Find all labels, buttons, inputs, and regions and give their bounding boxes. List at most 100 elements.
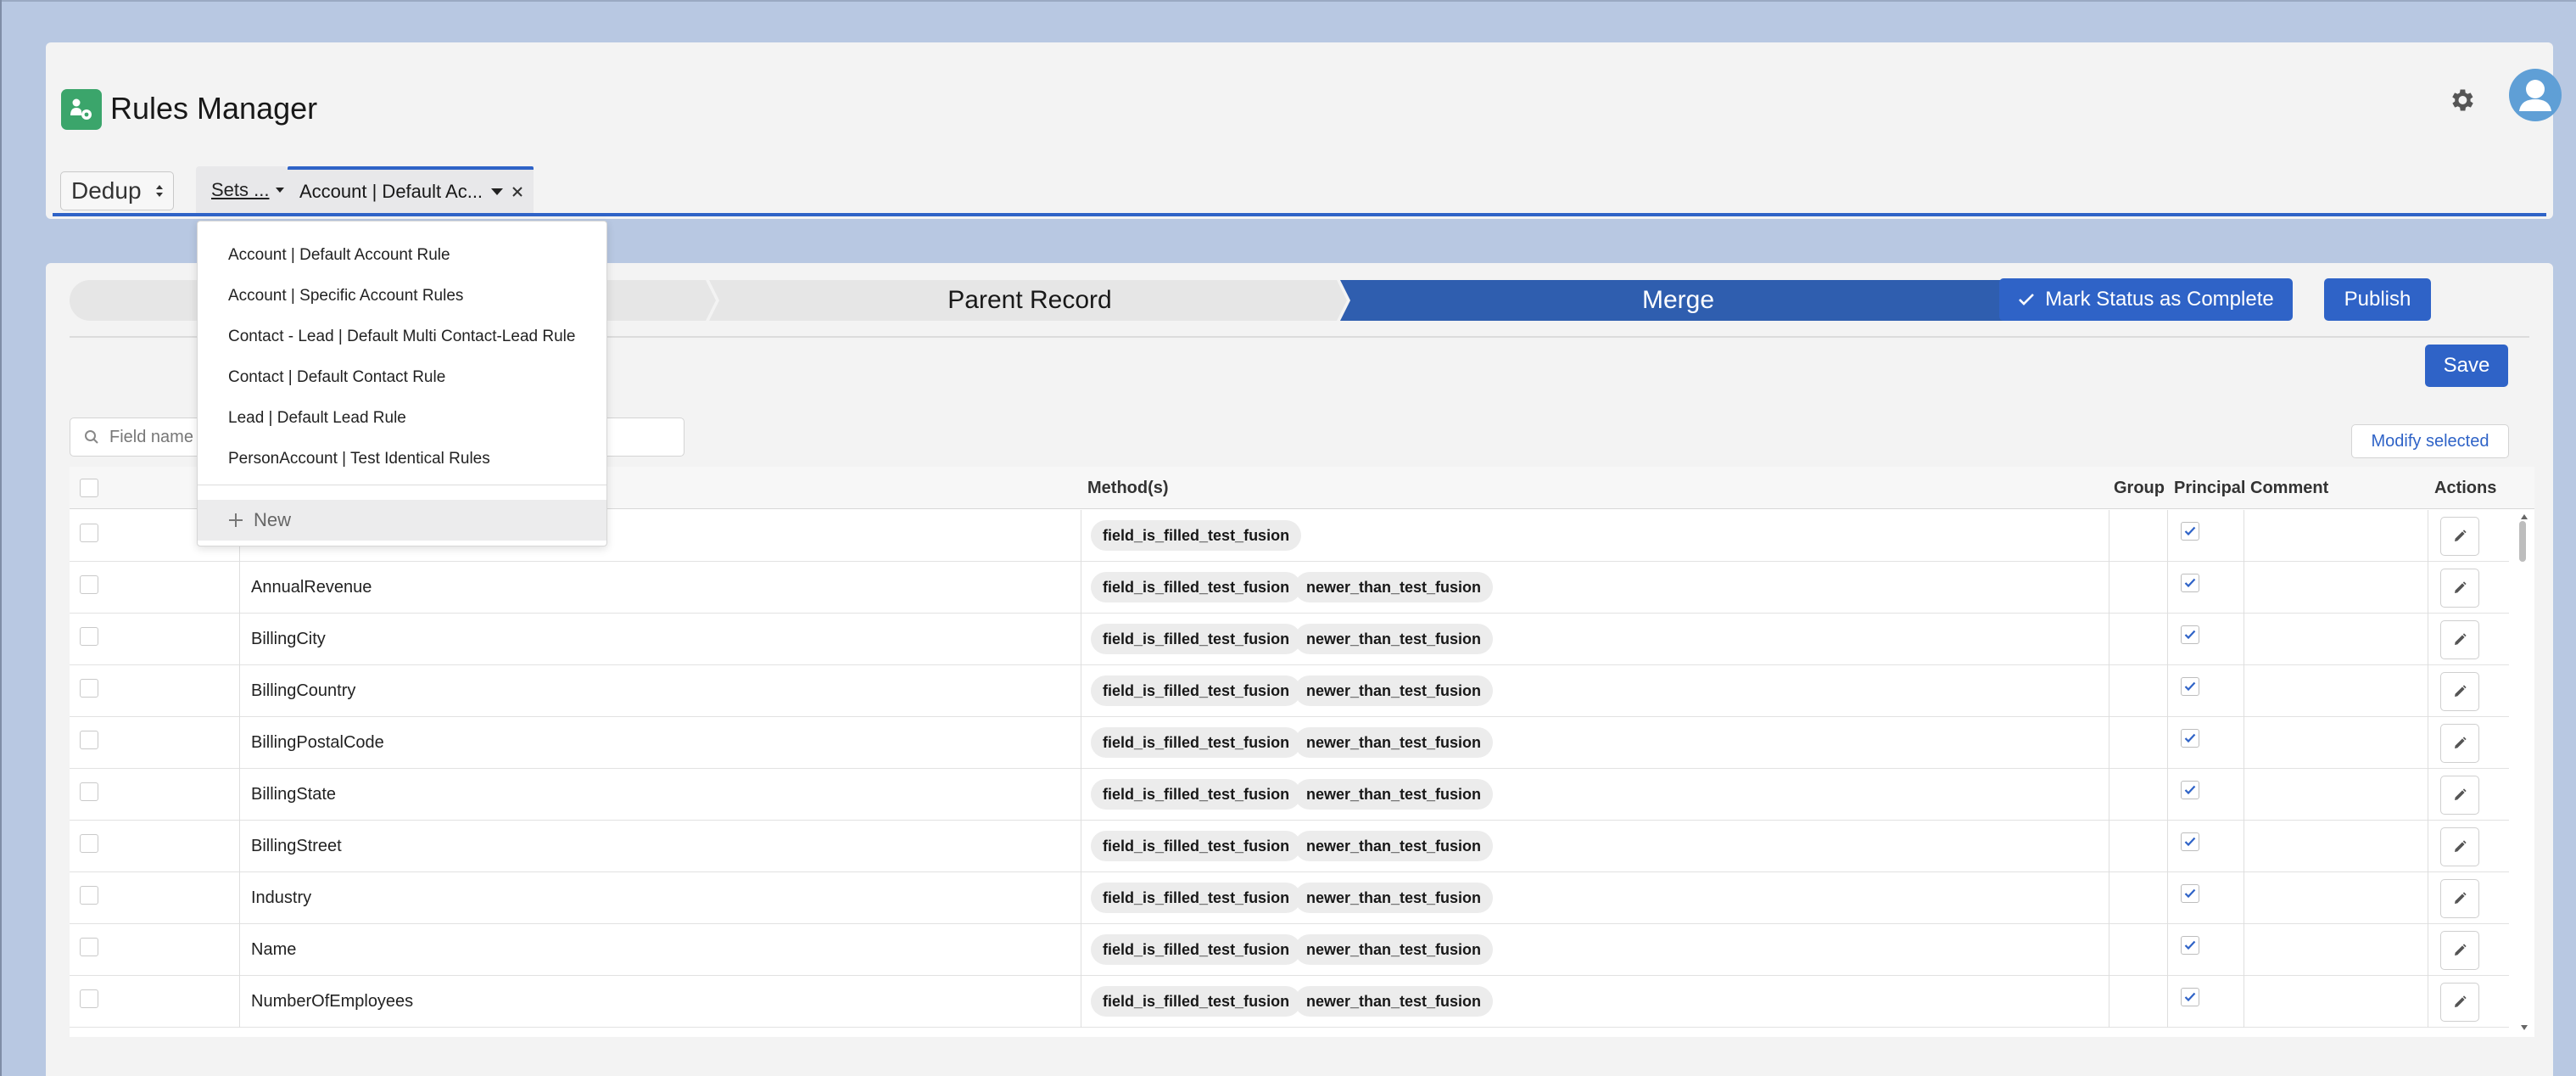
edit-row-button[interactable]: [2440, 517, 2479, 556]
table-row: Name field_is_filled_test_fusion newer_tha…: [70, 924, 2509, 976]
dropdown-new-item[interactable]: New: [198, 500, 606, 541]
modify-selected-button[interactable]: Modify selected: [2351, 424, 2509, 458]
principal-checkbox[interactable]: [2181, 781, 2199, 799]
principal-checkbox[interactable]: [2181, 884, 2199, 903]
dropdown-item[interactable]: Contact - Lead | Default Multi Contact-L…: [228, 317, 575, 357]
edit-row-button[interactable]: [2440, 827, 2479, 866]
dropdown-item[interactable]: Account | Default Account Rule: [228, 235, 450, 276]
check-icon: [2184, 992, 2196, 1002]
column-separator: [239, 665, 240, 717]
table-row: Industry field_is_filled_test_fusion newer…: [70, 872, 2509, 924]
save-button[interactable]: Save: [2425, 345, 2508, 387]
column-separator: [239, 821, 240, 872]
table-row: BillingState field_is_filled_test_fusion n…: [70, 769, 2509, 821]
principal-checkbox[interactable]: [2181, 677, 2199, 696]
dropdown-item[interactable]: Lead | Default Lead Rule: [228, 398, 406, 439]
method-pill: field_is_filled_test_fusion: [1091, 727, 1302, 758]
tab-active-rule[interactable]: Account | Default Ac...: [288, 166, 534, 214]
column-separator: [239, 872, 240, 924]
col-actions: Actions: [2434, 479, 2497, 497]
scrollbar-thumb[interactable]: [2519, 521, 2526, 562]
mark-complete-button[interactable]: Mark Status as Complete: [1999, 278, 2293, 321]
row-checkbox[interactable]: [80, 575, 98, 594]
edit-row-button[interactable]: [2440, 879, 2479, 918]
rules-app-icon: [61, 89, 102, 130]
edit-row-button[interactable]: [2440, 931, 2479, 970]
column-separator: [2167, 924, 2168, 976]
edit-row-button[interactable]: [2440, 776, 2479, 815]
select-all-checkbox[interactable]: [80, 479, 98, 497]
path-step-label: Merge: [1641, 286, 1715, 314]
method-pill: field_is_filled_test_fusion: [1091, 883, 1302, 913]
column-separator: [2167, 872, 2168, 924]
row-checkbox[interactable]: [80, 782, 98, 801]
rules-table: Method(s) Group Principal Comment Action…: [70, 467, 2534, 1037]
row-checkbox[interactable]: [80, 938, 98, 956]
edit-row-button[interactable]: [2440, 724, 2479, 763]
row-checkbox[interactable]: [80, 679, 98, 698]
mode-select-value: Dedup: [71, 177, 142, 204]
field-name: BillingCountry: [251, 681, 356, 700]
principal-checkbox[interactable]: [2181, 574, 2199, 592]
pencil-icon: [2455, 892, 2467, 904]
chevron-down-icon[interactable]: [491, 188, 504, 195]
col-methods: Method(s): [1087, 479, 1169, 497]
col-principal: Principal: [2174, 479, 2246, 497]
edit-row-button[interactable]: [2440, 620, 2479, 659]
mode-select[interactable]: Dedup: [60, 171, 174, 210]
app-header: Rules Manager Dedup Sets ... Account | D…: [46, 42, 2562, 219]
gear-icon[interactable]: [2441, 80, 2482, 120]
tab-underline: [53, 213, 2546, 216]
pencil-icon: [2455, 788, 2467, 800]
row-checkbox[interactable]: [80, 731, 98, 749]
pencil-icon: [2455, 530, 2467, 541]
principal-checkbox[interactable]: [2181, 522, 2199, 541]
table-row: BillingCity field_is_filled_test_fusion ne…: [70, 614, 2509, 665]
edit-row-button[interactable]: [2440, 672, 2479, 711]
table-scrollbar[interactable]: [2516, 509, 2533, 1037]
window-left-border: [0, 0, 2, 1076]
avatar-icon[interactable]: [2509, 69, 2562, 121]
field-name: NumberOfEmployees: [251, 992, 414, 1011]
dropdown-item[interactable]: Account | Specific Account Rules: [228, 276, 463, 317]
pencil-icon: [2455, 633, 2467, 645]
row-checkbox[interactable]: [80, 627, 98, 646]
method-pill: newer_than_test_fusion: [1294, 727, 1494, 758]
row-checkbox[interactable]: [80, 524, 98, 542]
mark-complete-label: Mark Status as Complete: [2045, 288, 2274, 311]
check-icon: [2184, 888, 2196, 899]
tab-active-label: Account | Default Ac...: [299, 181, 483, 202]
edit-row-button[interactable]: [2440, 983, 2479, 1022]
principal-checkbox[interactable]: [2181, 625, 2199, 644]
check-icon: [2184, 630, 2196, 640]
pencil-icon: [2455, 995, 2467, 1007]
publish-button[interactable]: Publish: [2324, 278, 2431, 321]
pencil-icon: [2455, 944, 2467, 956]
principal-checkbox[interactable]: [2181, 936, 2199, 955]
row-checkbox[interactable]: [80, 886, 98, 905]
check-icon: [2184, 837, 2196, 847]
plus-icon: [229, 513, 243, 527]
dropdown-item[interactable]: PersonAccount | Test Identical Rules: [228, 439, 490, 479]
tab-sets-label: Sets ...: [211, 179, 270, 200]
column-separator: [239, 769, 240, 821]
principal-checkbox[interactable]: [2181, 729, 2199, 748]
window-top-border: [0, 0, 2576, 2]
column-separator: [239, 924, 240, 976]
field-name: AnnualRevenue: [251, 578, 372, 597]
column-separator: [2167, 976, 2168, 1028]
column-separator: [2167, 717, 2168, 769]
edit-row-button[interactable]: [2440, 569, 2479, 608]
tabs-bar: Sets ... Account | Default Ac...: [196, 166, 534, 214]
principal-checkbox[interactable]: [2181, 988, 2199, 1006]
col-comment: Comment: [2250, 479, 2329, 497]
row-checkbox[interactable]: [80, 989, 98, 1008]
principal-checkbox[interactable]: [2181, 832, 2199, 851]
close-icon[interactable]: [511, 186, 523, 198]
row-checkbox[interactable]: [80, 834, 98, 853]
method-pill: field_is_filled_test_fusion: [1091, 675, 1302, 706]
method-pill: newer_than_test_fusion: [1294, 831, 1494, 861]
tab-sets[interactable]: Sets ...: [196, 166, 288, 214]
column-separator: [239, 562, 240, 614]
dropdown-item[interactable]: Contact | Default Contact Rule: [228, 357, 445, 398]
